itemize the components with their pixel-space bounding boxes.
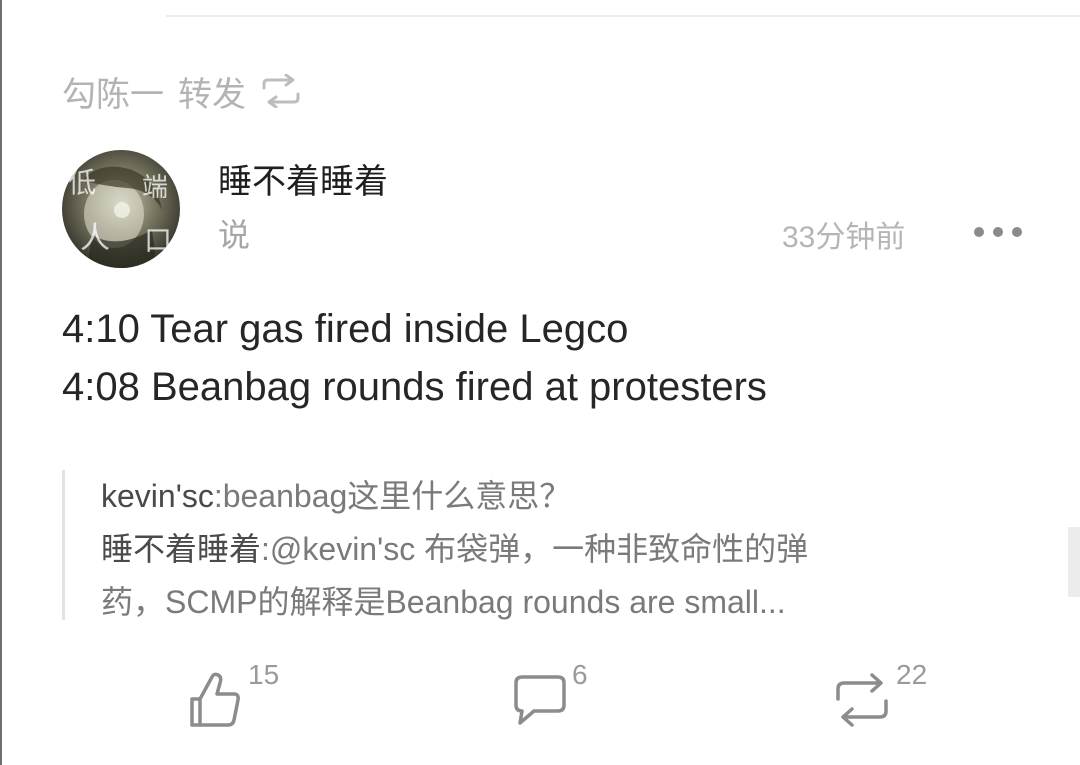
- thumbs-up-icon: [190, 672, 240, 727]
- repost-header: 勾陈一 转发: [62, 66, 304, 116]
- post-line: 4:10 Tear gas fired inside Legco: [62, 307, 629, 351]
- post-line: 4:08 Beanbag rounds fired at protesters: [62, 365, 767, 409]
- avatar[interactable]: 低 端 人 口: [62, 150, 180, 268]
- avatar-char-3: 人: [80, 221, 110, 256]
- avatar-char-4: 口: [144, 224, 172, 257]
- comment-user[interactable]: kevin'sc: [101, 478, 214, 514]
- comment-button[interactable]: 6: [512, 655, 602, 745]
- comment-line: 睡不着睡着:@kevin'sc 布袋弹，一种非致命性的弹: [101, 523, 962, 576]
- comment-line: 药，SCMP的解释是Beanbag rounds are small...: [101, 576, 962, 629]
- author-verb: 说: [218, 217, 251, 253]
- left-edge-divider: [0, 0, 2, 765]
- comment-icon: [514, 675, 566, 725]
- more-icon[interactable]: [970, 212, 1026, 252]
- comment-line: kevin'sc:beanbag这里什么意思？: [101, 470, 962, 523]
- quoted-comments[interactable]: kevin'sc:beanbag这里什么意思？ 睡不着睡着:@kevin'sc …: [62, 470, 962, 620]
- top-divider: [166, 15, 1080, 17]
- comment-user[interactable]: 睡不着睡着: [101, 531, 261, 567]
- repost-user[interactable]: 勾陈一: [62, 67, 164, 116]
- retweet-icon: [836, 673, 888, 727]
- like-button[interactable]: 15: [186, 655, 296, 745]
- like-count: 15: [248, 659, 280, 690]
- comment-text: :@kevin'sc 布袋弹，一种非致命性的弹: [261, 531, 809, 567]
- repost-count: 22: [896, 659, 928, 690]
- avatar-char-2: 端: [142, 173, 168, 203]
- comment-text: 药，SCMP的解释是Beanbag rounds are small...: [101, 584, 786, 620]
- post-timestamp: 33分钟前: [782, 221, 906, 254]
- author-name[interactable]: 睡不着睡着: [218, 154, 388, 203]
- scrollbar-thumb[interactable]: [1068, 527, 1080, 597]
- avatar-char-1: 低: [68, 166, 96, 199]
- repost-button[interactable]: 22: [830, 655, 940, 745]
- post-body: 4:10 Tear gas fired inside Legco 4:08 Be…: [62, 300, 767, 416]
- comment-text: :beanbag这里什么意思？: [213, 478, 572, 514]
- repost-action-label: 转发: [178, 75, 246, 114]
- retweet-icon: [262, 74, 300, 108]
- comment-count: 6: [572, 659, 588, 690]
